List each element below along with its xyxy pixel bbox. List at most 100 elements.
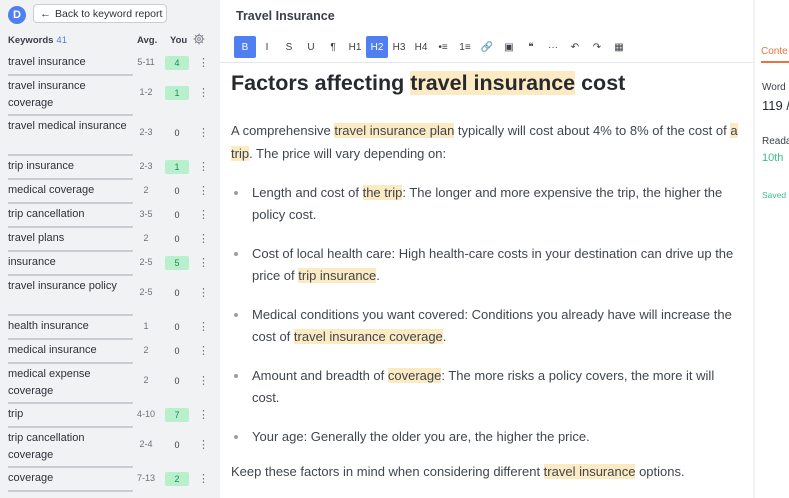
image-icon[interactable]: ▣ xyxy=(498,36,520,58)
keyword-row[interactable]: coverage 7-13 2 ⋮ xyxy=(0,468,218,492)
keyword-avg-range: 2-5 xyxy=(139,257,153,267)
sidebar-topbar: D ← Back to keyword report xyxy=(0,0,218,30)
keyword-row[interactable]: trip cancellation 3-5 0 ⋮ xyxy=(0,204,218,228)
factor-list-item[interactable]: Length and cost of the trip: The longer … xyxy=(231,182,741,226)
bullet-list-icon[interactable]: •≡ xyxy=(432,36,454,58)
keyword-usage-count: 5 xyxy=(165,256,189,270)
article-heading[interactable]: Factors affecting travel insurance cost xyxy=(231,68,741,98)
text-run: Your age: Generally the older you are, t… xyxy=(252,429,590,444)
more-vertical-icon[interactable]: ⋮ xyxy=(198,256,209,270)
word-count-label: Word xyxy=(762,82,786,93)
keyword-row[interactable]: insurance 2-5 5 ⋮ xyxy=(0,252,218,276)
keyword-name: travel insurance xyxy=(8,56,86,68)
keyword-name: travel insurance policy xyxy=(8,280,117,292)
underline-icon[interactable]: U xyxy=(300,36,322,58)
more-vertical-icon[interactable]: ⋮ xyxy=(198,184,209,198)
keyword-usage-count: 0 xyxy=(174,376,180,386)
table-icon[interactable]: ▦ xyxy=(608,36,630,58)
more-vertical-icon[interactable]: ⋮ xyxy=(198,472,209,486)
keyword-avg-range: 2-5 xyxy=(139,287,153,297)
heading-keyword-highlight: travel insurance xyxy=(410,71,576,95)
heading3-icon[interactable]: H3 xyxy=(388,36,410,58)
text-run: . xyxy=(442,329,447,344)
more-vertical-icon[interactable]: ⋮ xyxy=(198,408,209,422)
quote-icon[interactable]: ❝ xyxy=(520,36,542,58)
keyword-avg-range: 3-5 xyxy=(139,209,153,219)
factors-list: Length and cost of the trip: The longer … xyxy=(231,182,741,448)
editor-content[interactable]: Factors affecting travel insurance cost … xyxy=(231,68,741,484)
paragraph-icon[interactable]: ¶ xyxy=(322,36,344,58)
link-icon[interactable]: 🔗 xyxy=(476,36,498,58)
more-vertical-icon[interactable]: ⋮ xyxy=(198,160,209,174)
keyword-row[interactable]: medical expense coverage 2 0 ⋮ xyxy=(0,364,218,404)
keyword-row[interactable]: travel insurance coverage 1-2 1 ⋮ xyxy=(0,76,218,116)
factor-list-item[interactable]: Medical conditions you want covered: Con… xyxy=(231,304,741,348)
more-vertical-icon[interactable]: ⋮ xyxy=(198,56,209,70)
keyword-usage-count: 1 xyxy=(165,86,189,100)
italic-icon[interactable]: I xyxy=(256,36,278,58)
text-run: Keep these factors in mind when consider… xyxy=(231,464,544,479)
heading4-icon[interactable]: H4 xyxy=(410,36,432,58)
heading2-icon[interactable]: H2 xyxy=(366,36,388,58)
numbered-list-icon[interactable]: 1≡ xyxy=(454,36,476,58)
keyword-row[interactable]: health insurance 1 0 ⋮ xyxy=(0,316,218,340)
keyword-usage-count: 2 xyxy=(165,472,189,486)
keyword-name: trip cancellation xyxy=(8,208,85,220)
factor-list-item[interactable]: Your age: Generally the older you are, t… xyxy=(231,426,741,448)
keyword-row[interactable]: travel medical insurance 2-3 0 ⋮ xyxy=(0,116,218,156)
keyword-row-divider xyxy=(8,490,133,492)
horizontal-rule-icon[interactable]: ··· xyxy=(542,36,564,58)
keyword-highlight: travel insurance plan xyxy=(334,123,455,138)
text-run: Length and cost of xyxy=(252,185,363,200)
document-title[interactable]: Travel Insurance xyxy=(236,9,335,23)
keyword-usage-count: 0 xyxy=(174,234,180,244)
factor-list-item[interactable]: Amount and breadth of coverage: The more… xyxy=(231,365,741,409)
more-vertical-icon[interactable]: ⋮ xyxy=(198,374,209,388)
keyword-name: medical expense coverage xyxy=(8,368,91,397)
keyword-row[interactable]: trip cancellation coverage 2-4 0 ⋮ xyxy=(0,428,218,468)
more-vertical-icon[interactable]: ⋮ xyxy=(198,344,209,358)
closing-paragraph[interactable]: Keep these factors in mind when consider… xyxy=(231,461,741,484)
text-run: . The price will vary depending on: xyxy=(249,145,447,161)
gear-icon[interactable] xyxy=(193,33,205,45)
more-vertical-icon[interactable]: ⋮ xyxy=(198,208,209,222)
toolbar-divider xyxy=(220,62,753,63)
avg-column-header: Avg. xyxy=(137,35,158,46)
keyword-row[interactable]: travel plans 2 0 ⋮ xyxy=(0,228,218,252)
keyword-name: insurance xyxy=(8,256,56,268)
back-to-report-button[interactable]: ← Back to keyword report xyxy=(33,4,167,23)
heading1-icon[interactable]: H1 xyxy=(344,36,366,58)
intro-paragraph[interactable]: A comprehensive travel insurance plan ty… xyxy=(231,120,741,165)
keyword-highlight: the trip xyxy=(362,185,403,200)
keyword-avg-range: 1-2 xyxy=(139,87,153,97)
more-vertical-icon[interactable]: ⋮ xyxy=(198,232,209,246)
heading-text-start: Factors affecting xyxy=(231,71,411,95)
keyword-usage-count: 0 xyxy=(174,210,180,220)
bold-icon[interactable]: B xyxy=(234,36,256,58)
keyword-row[interactable]: medical coverage 2 0 ⋮ xyxy=(0,180,218,204)
text-run: options. xyxy=(635,464,685,479)
keyword-avg-range: 7-13 xyxy=(136,473,155,483)
keyword-row[interactable]: travel insurance 5-11 4 ⋮ xyxy=(0,52,218,76)
undo-icon[interactable]: ↶ xyxy=(564,36,586,58)
keyword-row[interactable]: trip insurance 2-3 1 ⋮ xyxy=(0,156,218,180)
text-run: . xyxy=(376,268,380,283)
strikethrough-icon[interactable]: S xyxy=(278,36,300,58)
redo-icon[interactable]: ↷ xyxy=(586,36,608,58)
more-vertical-icon[interactable]: ⋮ xyxy=(198,438,209,452)
keyword-usage-count: 1 xyxy=(165,160,189,174)
keyword-avg-range: 2-3 xyxy=(139,161,153,171)
more-vertical-icon[interactable]: ⋮ xyxy=(198,286,209,300)
keyword-list: travel insurance 5-11 4 ⋮ travel insurance c… xyxy=(0,52,218,492)
more-vertical-icon[interactable]: ⋮ xyxy=(198,320,209,334)
keyword-row[interactable]: travel insurance policy 2-5 0 ⋮ xyxy=(0,276,218,316)
tab-content[interactable]: Conte xyxy=(761,46,788,57)
more-vertical-icon[interactable]: ⋮ xyxy=(198,126,209,140)
keyword-highlight: coverage xyxy=(387,368,442,383)
factor-list-item[interactable]: Cost of local health care: High health-c… xyxy=(231,243,741,287)
keyword-row[interactable]: trip 4-10 7 ⋮ xyxy=(0,404,218,428)
keyword-row[interactable]: medical insurance 2 0 ⋮ xyxy=(0,340,218,364)
more-vertical-icon[interactable]: ⋮ xyxy=(198,86,209,100)
app-logo[interactable]: D xyxy=(8,6,26,24)
formatting-toolbar: B I S U ¶ H1 H2 H3 H4 •≡ 1≡ 🔗 ▣ ❝ ··· ↶ ↷ ▦ xyxy=(234,36,739,58)
